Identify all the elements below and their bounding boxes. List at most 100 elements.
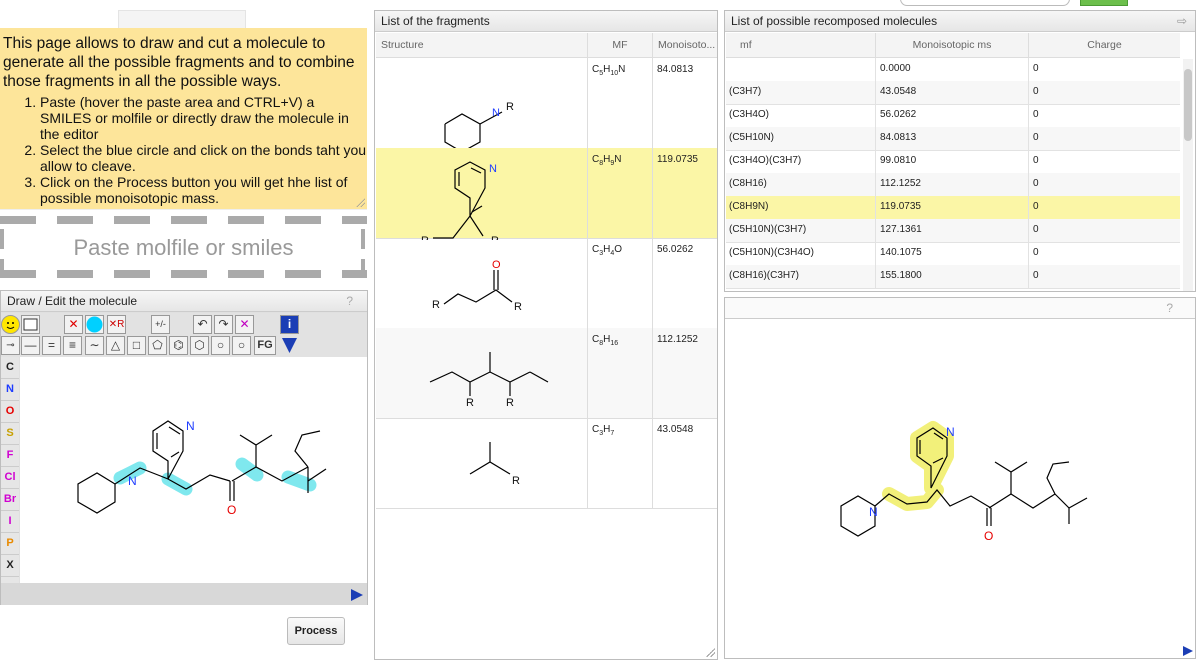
fragment-mass: 112.1252 [657,334,698,345]
element-c[interactable]: C [1,357,19,379]
fragment-row[interactable]: N R C5H10N 84.0813 [376,58,717,153]
delete-r-icon[interactable]: ✕R [107,315,126,334]
info-icon[interactable]: i [280,315,299,334]
editor-toolbar: ✕ ✕R +/- ↶ ↷ ✕ i ⊸ — = ≡ ∼ △ □ ⬠ ⌬ ⬡ ○ ○… [1,313,367,357]
play-icon[interactable] [1183,646,1193,656]
atom-label: O [492,259,501,271]
fragments-panel: List of the fragments Structure MF Monoi… [374,10,718,660]
element-cl[interactable]: Cl [1,467,19,489]
element-br[interactable]: Br [1,489,19,511]
column-header-monoisotopic[interactable]: Monoisoto... [653,33,717,57]
atom-label: N [492,107,500,119]
chain-icon[interactable]: ∼ [85,336,104,355]
fragment-row[interactable]: R O R C3H4O 56.0262 [376,238,717,329]
recomposed-row[interactable]: 0.0000 0 [726,58,1180,82]
hexagon-ring-icon[interactable]: ⬡ [190,336,209,355]
double-bond-icon[interactable]: = [42,336,61,355]
recomposed-row[interactable]: (C3H7) 43.0548 0 [726,81,1180,105]
column-header-mf[interactable]: mf [726,33,876,57]
top-search-input[interactable] [900,0,1070,6]
element-i[interactable]: I [1,511,19,533]
element-f[interactable]: F [1,445,19,467]
recomposed-row[interactable]: (C8H16)(C3H7) 155.1800 0 [726,265,1180,289]
octagon-ring-icon[interactable]: ○ [232,336,251,355]
clear-icon[interactable]: ✕ [235,315,254,334]
bond-wedge-icon[interactable]: ⊸ [1,336,20,355]
fragment-structure-drawing: R O R [432,259,522,313]
recomposed-charge: 0 [1033,155,1039,166]
recomposed-row[interactable]: (C3H4O) 56.0262 0 [726,104,1180,128]
fragment-mf: C8H16 [588,328,653,418]
recomposed-charge: 0 [1033,63,1039,74]
element-n[interactable]: N [1,379,19,401]
column-header-structure[interactable]: Structure [376,33,588,57]
instructions-steps: Paste (hover the paste area and CTRL+V) … [3,94,367,206]
recomposed-mf: (C8H9N) [726,196,876,219]
rotate-left-icon[interactable]: ↶ [193,315,212,334]
recomposed-row[interactable]: (C8H16) 112.1252 0 [726,173,1180,197]
resize-grip-icon[interactable] [705,647,715,657]
element-o[interactable]: O [1,401,19,423]
element-p[interactable]: P [1,533,19,555]
fragment-row[interactable]: R R C8H16 112.1252 [376,328,717,419]
delete-icon[interactable]: ✕ [64,315,83,334]
single-bond-icon[interactable]: — [21,336,40,355]
element-x[interactable]: X [1,555,19,577]
scrollbar-thumb[interactable] [1184,69,1192,141]
fragment-structure: R [376,418,588,508]
fragment-structure-drawing: R [469,442,520,487]
recomposed-charge: 0 [1033,132,1039,143]
top-tab[interactable] [118,10,246,30]
recomposed-mf: (C5H10N)(C3H7) [726,219,876,242]
triangle-ring-icon[interactable]: △ [106,336,125,355]
viewer-panel-header: ? [725,298,1195,319]
recomposed-panel-title: List of possible recomposed molecules [731,14,938,28]
dropdown-icon[interactable] [280,336,299,355]
triple-bond-icon[interactable]: ≡ [63,336,82,355]
recomposed-charge: 0 [1033,201,1039,212]
draw-panel: Draw / Edit the molecule ? ✕ ✕R +/- ↶ ↷ … [0,290,368,605]
cleave-circle-icon[interactable] [85,315,104,334]
select-rect-icon[interactable] [21,315,40,334]
column-header-charge[interactable]: Charge [1029,33,1180,57]
help-icon[interactable]: ? [1166,298,1173,318]
fragment-viewer-canvas: N N O [840,421,1088,543]
recomposed-row[interactable]: (C5H10N)(C3H4O) 140.1075 0 [726,242,1180,266]
fragment-structure: NR [376,58,588,153]
paste-border [0,270,367,278]
molecule-editor-canvas[interactable]: N N O [20,357,367,583]
element-s[interactable]: S [1,423,19,445]
process-button[interactable]: Process [287,617,345,645]
play-icon[interactable] [351,589,363,601]
draw-panel-header: Draw / Edit the molecule ? [1,291,367,312]
fragment-mass: 119.0735 [657,154,698,165]
resize-grip-icon[interactable] [355,197,365,207]
top-green-button[interactable] [1080,0,1128,6]
pentagon-ring-icon[interactable]: ⬠ [148,336,167,355]
benzene-ring-icon[interactable]: ⌬ [169,336,188,355]
heptagon-ring-icon[interactable]: ○ [211,336,230,355]
recomposed-row[interactable]: (C5H10N)(C3H7) 127.1361 0 [726,219,1180,243]
mf-element: N [618,64,626,75]
paste-area[interactable]: Paste molfile or smiles [0,213,367,285]
fragment-row[interactable]: R C3H7 43.0548 [376,418,717,509]
fragment-row[interactable]: NRR C8H9N 119.0735 [376,148,717,247]
atom-n: N [128,474,137,488]
recomposed-ms: 84.0813 [876,127,1029,150]
atom-label: R [512,475,520,487]
column-header-ms[interactable]: Monoisotopic ms [876,33,1029,57]
help-icon[interactable]: ? [346,291,353,311]
functional-group-button[interactable]: FG [254,336,276,355]
recomposed-row[interactable]: (C3H4O)(C3H7) 99.0810 0 [726,150,1180,174]
column-header-mf[interactable]: MF [588,33,653,57]
recomposed-charge: 0 [1033,86,1039,97]
recomposed-row[interactable]: (C5H10N) 84.0813 0 [726,127,1180,151]
export-icon[interactable]: ⇨ [1177,11,1187,31]
smiley-icon[interactable] [1,315,20,334]
viewer-panel: ? N N O [724,297,1196,659]
recomposed-row[interactable]: (C8H9N) 119.0735 0 [726,196,1180,220]
charge-icon[interactable]: +/- [151,315,170,334]
rotate-right-icon[interactable]: ↷ [214,315,233,334]
square-ring-icon[interactable]: □ [127,336,146,355]
recomposed-scrollbar[interactable] [1183,59,1193,291]
